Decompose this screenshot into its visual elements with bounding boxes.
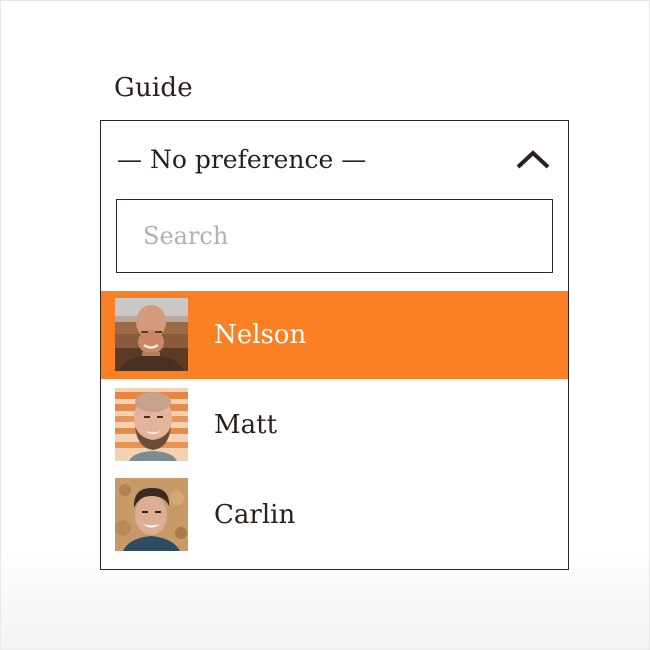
guide-dropdown: — No preference — Search Nelson Matt Car… xyxy=(100,120,569,570)
option-carlin[interactable]: Carlin xyxy=(101,471,568,559)
selected-value: — No preference — xyxy=(117,145,367,174)
option-label: Nelson xyxy=(214,320,307,350)
guide-option-list: Nelson Matt Carlin xyxy=(101,291,568,561)
guide-field-label: Guide xyxy=(114,73,193,103)
search-input[interactable] xyxy=(117,200,552,272)
avatar-nelson xyxy=(115,298,188,371)
option-matt[interactable]: Matt xyxy=(101,381,568,469)
option-nelson[interactable]: Nelson xyxy=(101,291,568,379)
option-label: Matt xyxy=(214,410,278,440)
option-label: Carlin xyxy=(214,500,296,530)
search-field[interactable] xyxy=(116,199,553,273)
guide-select-toggle[interactable]: — No preference — xyxy=(101,121,568,197)
avatar-matt xyxy=(115,388,188,461)
chevron-up-icon[interactable] xyxy=(515,147,551,171)
avatar-carlin xyxy=(115,478,188,551)
